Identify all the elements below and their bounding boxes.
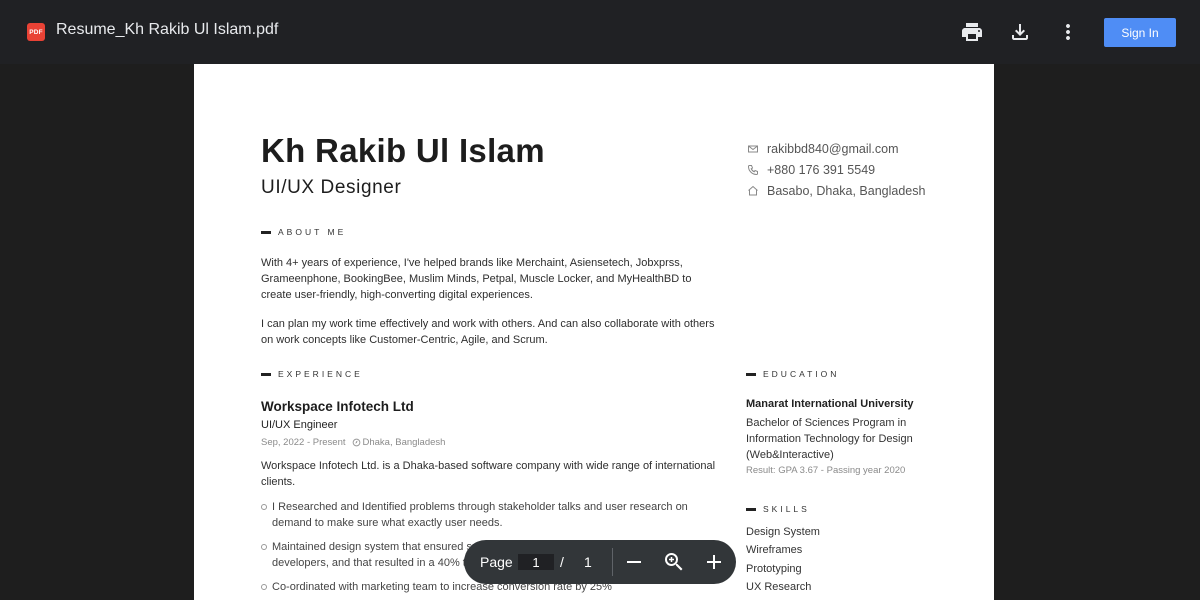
education-heading: EDUCATION [746, 369, 839, 379]
skill-item: Design System [746, 526, 820, 538]
skills-heading: SKILLS [746, 504, 810, 514]
skills-heading-text: SKILLS [763, 504, 810, 514]
job-description: Workspace Infotech Ltd. is a Dhaka-based… [261, 460, 716, 488]
list-item-text: I Researched and Identified problems thr… [272, 501, 688, 529]
contact-email-text: rakibbd840@gmail.com [767, 142, 899, 156]
phone-icon [747, 165, 758, 176]
job-meta: Sep, 2022 - Present Dhaka, Bangladesh [261, 437, 445, 448]
education-result: Result: GPA 3.67 - Passing year 2020 [746, 465, 906, 476]
page-controls: Page / 1 [464, 540, 736, 584]
contact-address: Basabo, Dhaka, Bangladesh [747, 184, 925, 198]
contact-email: rakibbd840@gmail.com [747, 142, 899, 156]
bullet-marker [261, 504, 267, 510]
about-paragraph-1: With 4+ years of experience, I've helped… [261, 257, 692, 301]
print-icon[interactable] [960, 20, 984, 44]
download-icon[interactable] [1008, 20, 1032, 44]
heading-bar [746, 507, 756, 511]
zoom-out-icon[interactable] [622, 550, 646, 574]
divider [612, 548, 613, 576]
sign-in-button[interactable]: Sign In [1104, 18, 1176, 47]
toolbar: PDF Resume_Kh Rakib Ul Islam.pdf Sign In [0, 0, 1200, 64]
heading-bar [746, 372, 756, 376]
zoom-fit-icon[interactable] [662, 550, 686, 574]
mail-icon [748, 145, 758, 153]
about-heading: ABOUT ME [261, 227, 346, 237]
pdf-page: Kh Rakib Ul Islam UI/UX Designer rakibbd… [194, 64, 994, 600]
contact-phone: +880 176 391 5549 [747, 163, 875, 177]
education-heading-text: EDUCATION [763, 369, 840, 379]
list-item: I Researched and Identified problems thr… [261, 499, 716, 531]
page-label: Page [480, 554, 513, 570]
page-total: 1 [584, 554, 592, 570]
pdf-file-icon: PDF [27, 23, 45, 41]
page-separator: / [560, 554, 564, 570]
job-title: UI/UX Engineer [261, 419, 338, 431]
skill-item: UX Research [746, 581, 812, 593]
skill-item: Wireframes [746, 544, 803, 556]
zoom-in-icon[interactable] [702, 550, 726, 574]
more-options-icon[interactable] [1056, 20, 1080, 44]
page-number-input[interactable] [518, 554, 554, 570]
home-icon [748, 185, 758, 196]
bullet-marker [261, 584, 267, 590]
heading-bar [261, 230, 271, 234]
program-name: Bachelor of Sciences Program in Informat… [746, 417, 913, 461]
job-dates: Sep, 2022 - Present [261, 437, 346, 448]
about-paragraph-2: I can plan my work time effectively and … [261, 318, 715, 346]
experience-heading: EXPERIENCE [261, 369, 363, 379]
about-heading-text: ABOUT ME [278, 227, 347, 237]
resume-role: UI/UX Designer [261, 177, 402, 198]
bullet-marker [261, 544, 267, 550]
company-name: Workspace Infotech Ltd [261, 399, 414, 414]
contact-address-text: Basabo, Dhaka, Bangladesh [767, 184, 926, 198]
job-location: Dhaka, Bangladesh [362, 437, 446, 448]
skill-item: Prototyping [746, 563, 802, 575]
experience-heading-text: EXPERIENCE [278, 369, 363, 379]
school-name: Manarat International University [746, 398, 914, 410]
file-title: Resume_Kh Rakib Ul Islam.pdf [56, 21, 279, 38]
location-icon [352, 438, 360, 447]
heading-bar [261, 372, 271, 376]
contact-phone-text: +880 176 391 5549 [767, 163, 876, 177]
resume-name: Kh Rakib Ul Islam [261, 132, 545, 169]
